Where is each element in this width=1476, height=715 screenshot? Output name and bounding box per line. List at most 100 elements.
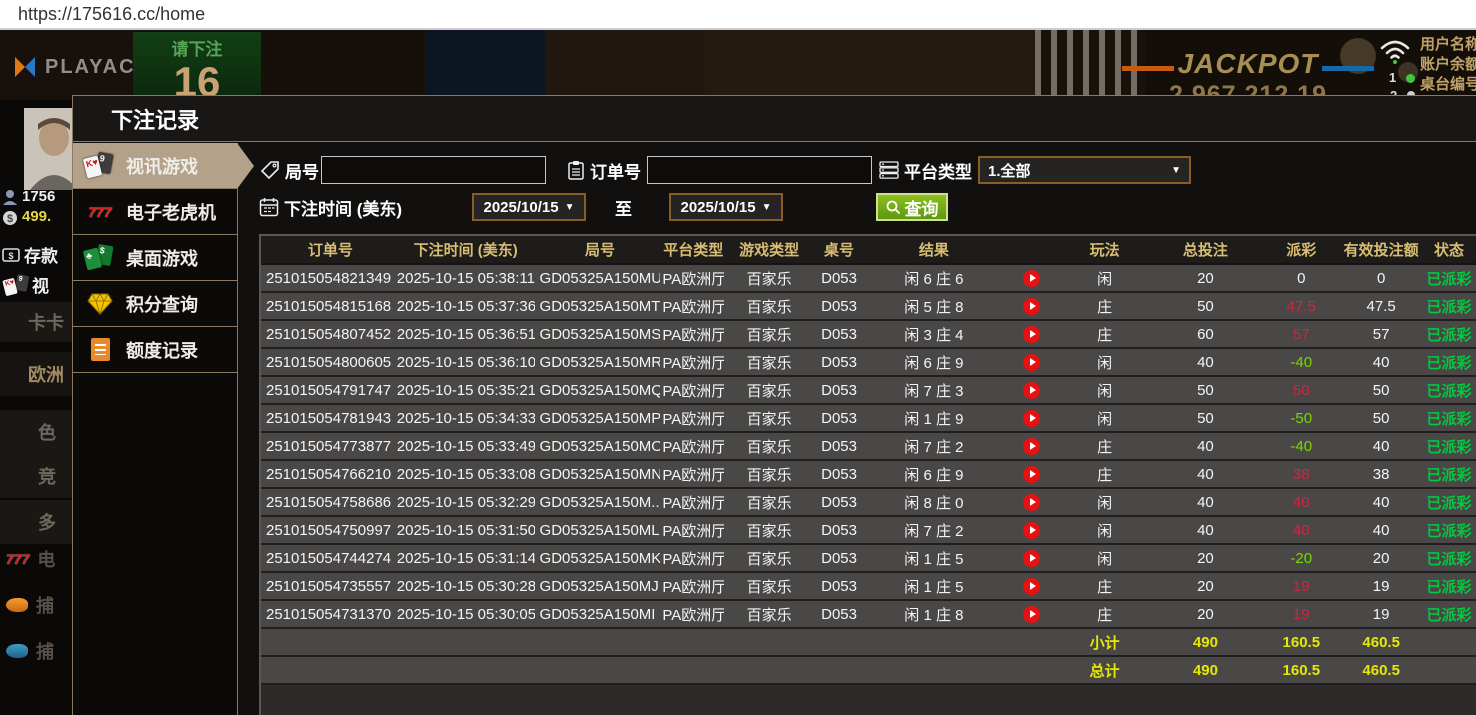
order-cell: 251015054821349 [261, 270, 395, 287]
payout-cell: 40 [1261, 494, 1341, 511]
banner-decor [545, 30, 705, 100]
total-valid-bet: 460.5 [1341, 662, 1421, 679]
total-payout: 160.5 [1261, 662, 1341, 679]
tab-label: 电子老虎机 [126, 199, 216, 225]
play-result-button[interactable] [1023, 494, 1040, 511]
platform-cell: PA欧洲厅 [660, 520, 724, 541]
play-result-button[interactable] [1023, 606, 1040, 623]
valid-bet-cell: 40 [1341, 438, 1421, 455]
bet-time-label: 下注时间 (美东) [259, 193, 402, 221]
betting-records-modal: 下注记录 K♥9 视讯游戏 777 电子老虎机 ♣$ 桌面游戏 [72, 95, 1476, 715]
result-cell: 闲 6 庄 6 [864, 268, 1004, 289]
play-result-button[interactable] [1023, 522, 1040, 539]
result-cell: 闲 7 庄 2 [864, 520, 1004, 541]
jackpot-decor-bar [1122, 66, 1174, 71]
search-icon [886, 200, 901, 215]
play-icon [1030, 470, 1036, 478]
tab-slots[interactable]: 777 电子老虎机 [73, 189, 237, 235]
playace-logo: PLAYACE [12, 54, 151, 80]
game-type-cell: 百家乐 [724, 324, 814, 345]
modal-title: 下注记录 [73, 96, 1476, 142]
date-from-select[interactable]: 2025/10/15 ▼ [472, 193, 586, 221]
play-result-button[interactable] [1023, 354, 1040, 371]
video-line-1[interactable]: 1 [1389, 70, 1396, 85]
tab-points-query[interactable]: 积分查询 [73, 281, 237, 327]
browser-address-bar[interactable]: https://175616.cc/home [0, 0, 1476, 30]
payout-cell: -50 [1261, 410, 1341, 427]
records-table: 订单号 下注时间 (美东) 局号 平台类型 游戏类型 桌号 结果 玩法 总投注 … [259, 234, 1476, 715]
play-result-button[interactable] [1023, 466, 1040, 483]
tab-credit-records[interactable]: 额度记录 [73, 327, 237, 373]
table-row: 2510150547738772025-10-15 05:33:49GD0532… [261, 433, 1476, 461]
menu-fragment-6[interactable]: 捕 [6, 592, 54, 618]
balance-row: $ 499. [2, 208, 51, 225]
total-bet-cell: 50 [1150, 382, 1262, 399]
platform-cell: PA欧洲厅 [660, 268, 724, 289]
valid-bet-cell: 47.5 [1341, 298, 1421, 315]
platform-cell: PA欧洲厅 [660, 576, 724, 597]
bet-countdown-panel: 请下注 16 [133, 32, 261, 100]
subtotal-total-bet: 490 [1150, 634, 1262, 651]
platform-stack-icon [879, 161, 899, 179]
play-result-button[interactable] [1023, 410, 1040, 427]
total-label: 总计 [1060, 660, 1150, 681]
bet-time-cell: 2025-10-15 05:36:51 [395, 326, 535, 343]
result-cell: 闲 1 庄 5 [864, 576, 1004, 597]
play-type-cell: 闲 [1060, 548, 1150, 569]
status-cell: 已派彩 [1421, 576, 1476, 597]
status-cell: 已派彩 [1421, 352, 1476, 373]
play-result-button[interactable] [1023, 270, 1040, 287]
play-type-cell: 闲 [1060, 352, 1150, 373]
status-cell: 已派彩 [1421, 604, 1476, 625]
clipboard-icon [567, 160, 585, 180]
play-result-button[interactable] [1023, 382, 1040, 399]
round-cell: GD05325A150MQ [535, 382, 661, 399]
table-row: 2510150547442742025-10-15 05:31:14GD0532… [261, 545, 1476, 573]
jackpot-label: JACKPOT [1128, 50, 1368, 78]
menu-fragment-5[interactable]: 777 电 [6, 546, 55, 572]
play-icon [1030, 414, 1036, 422]
play-result-button[interactable] [1023, 298, 1040, 315]
header-order: 订单号 [261, 239, 395, 260]
table-cell: D053 [814, 298, 864, 315]
menu-fragment-7[interactable]: 捕 [6, 638, 54, 664]
platform-type-select[interactable]: 1.全部 ▼ [978, 156, 1191, 184]
order-cell: 251015054773877 [261, 438, 395, 455]
play-type-cell: 闲 [1060, 408, 1150, 429]
playing-cards-icon: K♥9 [83, 151, 117, 181]
tab-table-games[interactable]: ♣$ 桌面游戏 [73, 235, 237, 281]
header-table: 桌号 [814, 239, 864, 260]
payout-cell: -40 [1261, 354, 1341, 371]
wifi-icon [1378, 38, 1412, 64]
play-result-button[interactable] [1023, 578, 1040, 595]
bet-time-cell: 2025-10-15 05:38:11 [395, 270, 535, 287]
deposit-button[interactable]: $ 存款 [2, 242, 58, 267]
status-cell: 已派彩 [1421, 268, 1476, 289]
header-game-type: 游戏类型 [724, 239, 814, 260]
subtotal-row: 小计 490 160.5 460.5 [261, 629, 1476, 657]
search-button[interactable]: 查询 [876, 193, 948, 221]
order-number-input[interactable] [647, 156, 872, 184]
game-type-cell: 百家乐 [724, 268, 814, 289]
round-cell: GD05325A150MR [535, 354, 661, 371]
round-cell: GD05325A150MP [535, 410, 661, 427]
round-cell: GD05325A150MJ [535, 578, 661, 595]
date-to-select[interactable]: 2025/10/15 ▼ [669, 193, 783, 221]
valid-bet-cell: 40 [1341, 494, 1421, 511]
play-result-button[interactable] [1023, 326, 1040, 343]
header-valid-bet: 有效投注额 [1341, 239, 1421, 260]
document-icon [83, 335, 117, 365]
order-cell: 251015054815168 [261, 298, 395, 315]
slot-777-icon: 777 [83, 197, 117, 227]
play-icon [1030, 302, 1036, 310]
tab-video-games[interactable]: K♥9 视讯游戏 [73, 143, 237, 189]
play-result-button[interactable] [1023, 438, 1040, 455]
deposit-label: 存款 [24, 242, 58, 267]
play-cell [1004, 494, 1060, 511]
play-result-button[interactable] [1023, 550, 1040, 567]
round-number-input[interactable] [321, 156, 546, 184]
video-menu-fragment[interactable]: K♥ 9 视 [2, 272, 49, 297]
table-cell: D053 [814, 354, 864, 371]
bet-time-cell: 2025-10-15 05:34:33 [395, 410, 535, 427]
status-cell: 已派彩 [1421, 296, 1476, 317]
